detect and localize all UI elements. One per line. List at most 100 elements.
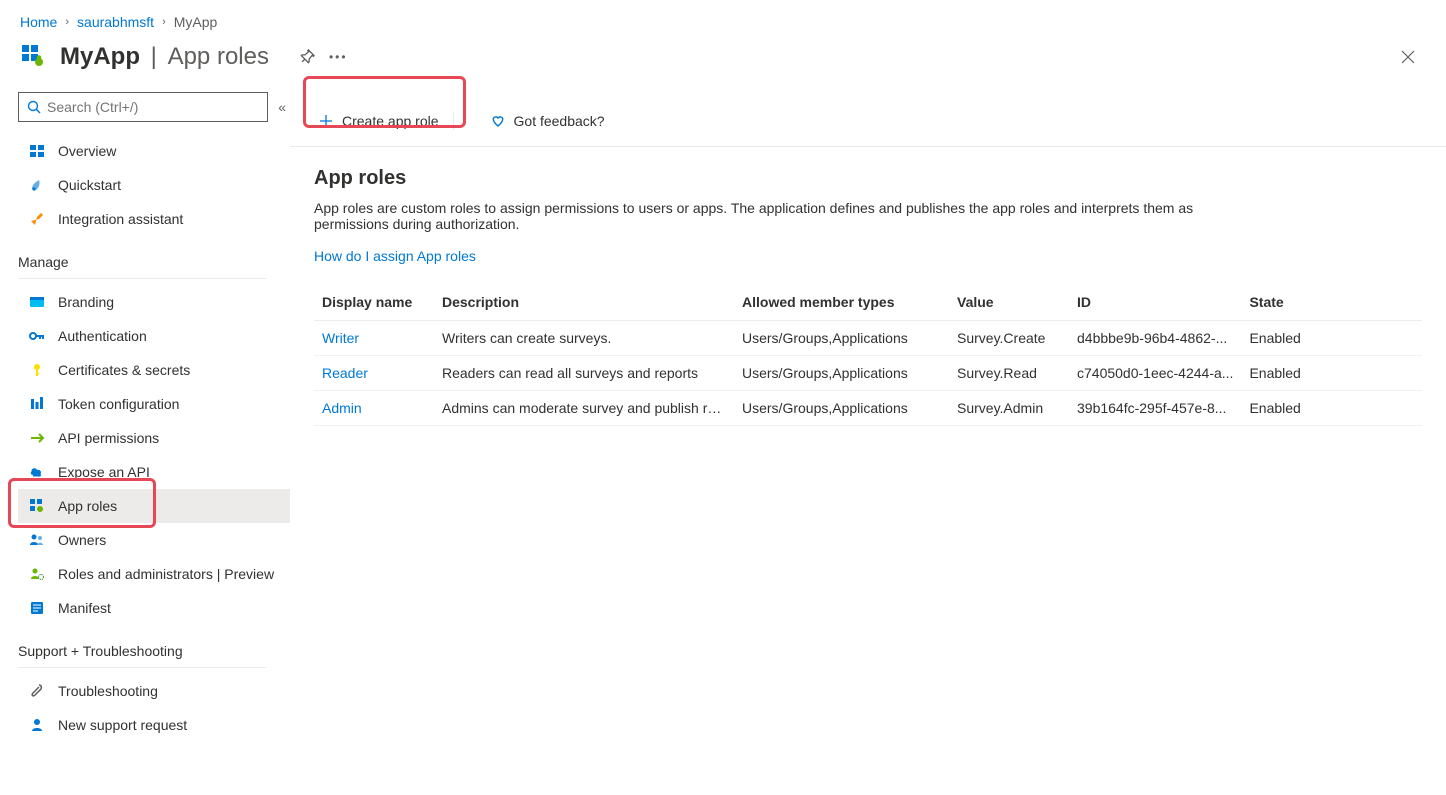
feedback-label: Got feedback? bbox=[514, 113, 605, 129]
sidebar-item-label: Troubleshooting bbox=[58, 683, 158, 699]
collapse-icon[interactable]: « bbox=[278, 99, 286, 115]
admin-icon bbox=[28, 565, 46, 583]
sidebar-item-label: Authentication bbox=[58, 328, 147, 344]
close-icon[interactable] bbox=[1400, 49, 1416, 65]
sidebar-item-branding[interactable]: Branding bbox=[18, 285, 290, 319]
th-display-name[interactable]: Display name bbox=[314, 284, 434, 321]
main-content: Create app role Got feedback? App roles … bbox=[290, 92, 1446, 742]
role-id: d4bbbe9b-96b4-4862-... bbox=[1069, 321, 1241, 356]
search-input[interactable] bbox=[18, 92, 268, 122]
role-name-link[interactable]: Admin bbox=[322, 400, 362, 416]
sidebar-item-label: Certificates & secrets bbox=[58, 362, 190, 378]
plus-icon bbox=[318, 113, 334, 129]
role-desc: Writers can create surveys. bbox=[434, 321, 734, 356]
key-icon bbox=[28, 361, 46, 379]
app-icon bbox=[20, 42, 50, 72]
more-icon[interactable]: ••• bbox=[329, 50, 348, 64]
sidebar-group-manage: Manage bbox=[18, 236, 266, 279]
sidebar: « Overview Quickstart Integration assist… bbox=[0, 92, 290, 742]
manifest-icon bbox=[28, 599, 46, 617]
sidebar-item-label: Manifest bbox=[58, 600, 111, 616]
sidebar-item-troubleshooting[interactable]: Troubleshooting bbox=[18, 674, 290, 708]
breadcrumb: Home › saurabhmsft › MyApp bbox=[0, 0, 1446, 38]
feedback-button[interactable]: Got feedback? bbox=[482, 109, 613, 133]
role-value: Survey.Admin bbox=[949, 391, 1069, 426]
table-row[interactable]: Reader Readers can read all surveys and r… bbox=[314, 356, 1422, 391]
support-icon bbox=[28, 716, 46, 734]
sidebar-item-label: Branding bbox=[58, 294, 114, 310]
pin-icon[interactable] bbox=[296, 46, 319, 69]
owners-icon bbox=[28, 531, 46, 549]
sidebar-item-label: Quickstart bbox=[58, 177, 121, 193]
create-label: Create app role bbox=[342, 113, 439, 129]
sidebar-item-overview[interactable]: Overview bbox=[18, 134, 290, 168]
create-app-role-button[interactable]: Create app role bbox=[310, 108, 462, 134]
breadcrumb-user[interactable]: saurabhmsft bbox=[77, 14, 154, 30]
role-value: Survey.Create bbox=[949, 321, 1069, 356]
sidebar-item-label: API permissions bbox=[58, 430, 159, 446]
page-title: MyApp bbox=[60, 43, 140, 71]
roles-table: Display name Description Allowed member … bbox=[314, 284, 1422, 426]
assign-roles-link[interactable]: How do I assign App roles bbox=[314, 248, 476, 264]
sidebar-item-authentication[interactable]: Authentication bbox=[18, 319, 290, 353]
api-perm-icon bbox=[28, 429, 46, 447]
role-types: Users/Groups,Applications bbox=[734, 321, 949, 356]
rocket-icon bbox=[28, 210, 46, 228]
sidebar-item-label: Roles and administrators | Preview bbox=[58, 566, 274, 582]
sidebar-item-quickstart[interactable]: Quickstart bbox=[18, 168, 290, 202]
sidebar-item-label: New support request bbox=[58, 717, 187, 733]
table-row[interactable]: Writer Writers can create surveys.Users/G… bbox=[314, 321, 1422, 356]
toolbar: Create app role Got feedback? bbox=[290, 92, 1446, 147]
sidebar-item-manifest[interactable]: Manifest bbox=[18, 591, 290, 625]
chevron-right-icon: › bbox=[162, 16, 166, 28]
breadcrumb-home[interactable]: Home bbox=[20, 14, 57, 30]
role-types: Users/Groups,Applications bbox=[734, 356, 949, 391]
sidebar-item-support-request[interactable]: New support request bbox=[18, 708, 290, 742]
sidebar-item-label: App roles bbox=[58, 498, 117, 514]
role-name-link[interactable]: Reader bbox=[322, 365, 368, 381]
sidebar-item-expose-api[interactable]: Expose an API bbox=[18, 455, 290, 489]
sidebar-item-roles-admin[interactable]: Roles and administrators | Preview bbox=[18, 557, 290, 591]
sidebar-item-label: Owners bbox=[58, 532, 106, 548]
overview-icon bbox=[28, 142, 46, 160]
auth-icon bbox=[28, 327, 46, 345]
sidebar-item-label: Overview bbox=[58, 143, 116, 159]
wrench-icon bbox=[28, 682, 46, 700]
sidebar-item-integration[interactable]: Integration assistant bbox=[18, 202, 290, 236]
sidebar-item-app-roles[interactable]: App roles bbox=[18, 489, 290, 523]
role-value: Survey.Read bbox=[949, 356, 1069, 391]
heart-icon bbox=[490, 113, 506, 129]
role-state: Enabled bbox=[1241, 391, 1422, 426]
role-types: Users/Groups,Applications bbox=[734, 391, 949, 426]
role-state: Enabled bbox=[1241, 356, 1422, 391]
sidebar-item-certificates[interactable]: Certificates & secrets bbox=[18, 353, 290, 387]
token-icon bbox=[28, 395, 46, 413]
th-value[interactable]: Value bbox=[949, 284, 1069, 321]
page-header: MyApp | App roles ••• bbox=[0, 38, 1446, 92]
cloud-icon bbox=[28, 463, 46, 481]
content-heading: App roles bbox=[314, 167, 1422, 190]
chevron-right-icon: › bbox=[65, 16, 69, 28]
role-state: Enabled bbox=[1241, 321, 1422, 356]
table-row[interactable]: AdminAdmins can moderate survey and publ… bbox=[314, 391, 1422, 426]
role-desc: Readers can read all surveys and reports bbox=[434, 356, 734, 391]
th-description[interactable]: Description bbox=[434, 284, 734, 321]
th-state[interactable]: State bbox=[1241, 284, 1422, 321]
breadcrumb-app: MyApp bbox=[174, 14, 218, 30]
search-icon bbox=[27, 100, 41, 114]
role-id: c74050d0-1eec-4244-a... bbox=[1069, 356, 1241, 391]
quickstart-icon bbox=[28, 176, 46, 194]
role-name-link[interactable]: Writer bbox=[322, 330, 359, 346]
sidebar-item-label: Expose an API bbox=[58, 464, 150, 480]
th-id[interactable]: ID bbox=[1069, 284, 1241, 321]
sidebar-group-support: Support + Troubleshooting bbox=[18, 625, 266, 668]
role-id: 39b164fc-295f-457e-8... bbox=[1069, 391, 1241, 426]
page-subtitle: App roles bbox=[168, 43, 269, 71]
app-roles-icon bbox=[28, 497, 46, 515]
th-member-types[interactable]: Allowed member types bbox=[734, 284, 949, 321]
branding-icon bbox=[28, 293, 46, 311]
sidebar-item-token[interactable]: Token configuration bbox=[18, 387, 290, 421]
sidebar-item-api-permissions[interactable]: API permissions bbox=[18, 421, 290, 455]
sidebar-item-owners[interactable]: Owners bbox=[18, 523, 290, 557]
content-description: App roles are custom roles to assign per… bbox=[314, 200, 1194, 232]
